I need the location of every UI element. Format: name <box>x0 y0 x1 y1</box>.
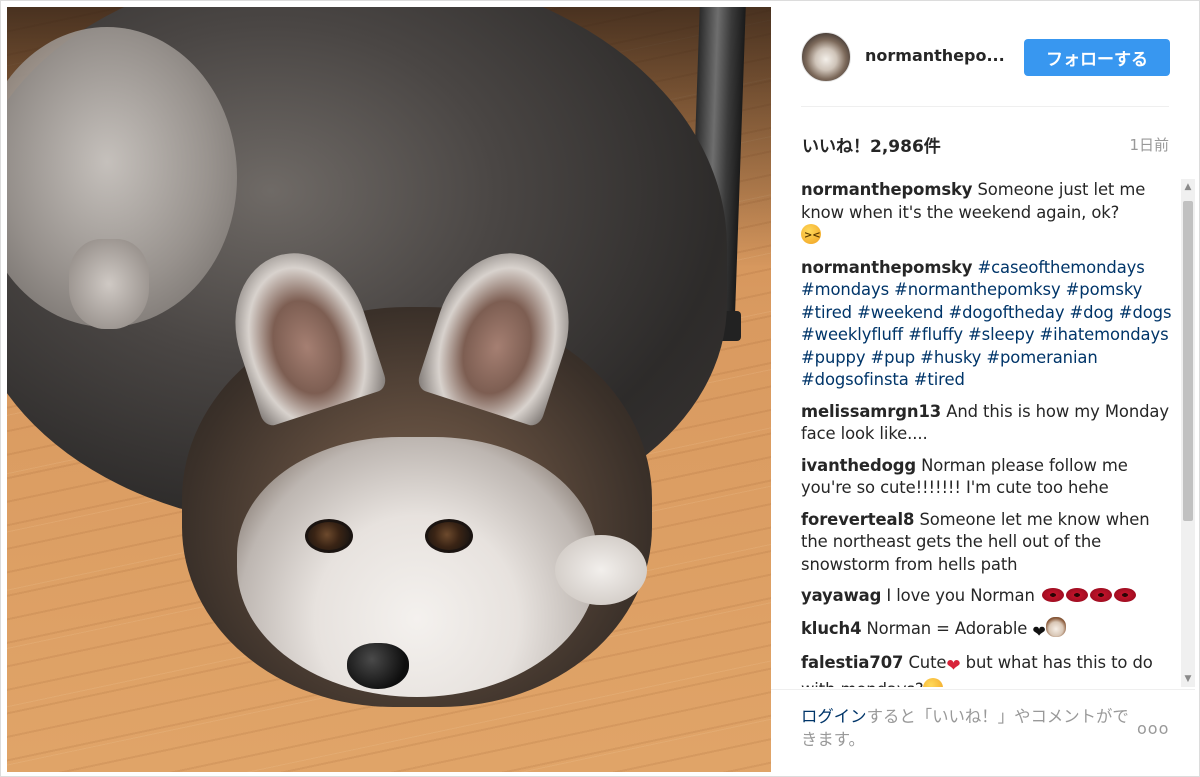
post-header: normanthepo... フォローする <box>771 7 1195 107</box>
comment-username[interactable]: normanthepomsky <box>801 180 972 199</box>
photo-dog-back-paw <box>69 239 149 329</box>
likes-count[interactable]: いいね！2,986件 <box>802 132 941 157</box>
scrollbar-thumb[interactable] <box>1183 201 1193 521</box>
comment-text: Norman = Adorable <box>866 618 1028 638</box>
comment-item: normanthepomsky Someone just let me know… <box>801 179 1177 248</box>
comment-username[interactable]: normanthepomsky <box>801 258 972 277</box>
comment-item: melissamrgn13 And this is how my Monday … <box>801 401 1177 446</box>
kiss-lips-icon <box>1113 588 1136 602</box>
comment-username[interactable]: melissamrgn13 <box>801 402 941 421</box>
photo-dog-left-eye <box>305 519 353 553</box>
comment-list: normanthepomsky Someone just let me know… <box>801 179 1177 687</box>
comment-scrollbar[interactable]: ▲ ▼ <box>1181 179 1195 687</box>
more-options-icon[interactable]: ooo <box>1137 719 1169 738</box>
header-divider <box>801 106 1169 107</box>
post-time[interactable]: 1日前 <box>1129 134 1169 155</box>
comment-text: Cute <box>908 653 947 672</box>
comment-text: I love you Norman <box>886 586 1035 605</box>
comment-item: kluch4 Norman = Adorable ❤ <box>801 616 1177 644</box>
comment-username[interactable]: falestia707 <box>801 653 903 672</box>
scroll-up-arrow-icon[interactable]: ▲ <box>1181 179 1195 195</box>
red-heart-icon: ❤ <box>946 656 961 676</box>
comment-item: normanthepomsky #caseofthemondays #monda… <box>801 257 1177 392</box>
comment-username[interactable]: kluch4 <box>801 619 861 638</box>
footer-divider <box>771 689 1195 690</box>
scroll-down-arrow-icon[interactable]: ▼ <box>1181 671 1195 687</box>
tired-face-icon <box>801 224 821 248</box>
comment-item: foreverteal8 Someone let me know when th… <box>801 509 1177 577</box>
kiss-lips-icon <box>1065 588 1088 602</box>
photo-dog-nose <box>347 643 409 689</box>
header-username[interactable]: normanthepo... <box>865 46 1005 65</box>
comment-item: ivanthedogg Norman please follow me you'… <box>801 455 1177 500</box>
black-heart-icon: ❤ <box>1032 621 1046 641</box>
photo-dog-front-paw <box>555 535 647 605</box>
kiss-lips-icon <box>1041 588 1064 602</box>
dog-face-icon <box>1045 616 1066 637</box>
comment-item: falestia707 Cute❤ but what has this to d… <box>801 652 1177 687</box>
post-photo[interactable] <box>7 7 771 772</box>
login-link[interactable]: ログイン <box>801 707 867 726</box>
photo-dog-right-eye <box>425 519 473 553</box>
post-window: normanthepo... フォローする いいね！2,986件 1日前 nor… <box>0 0 1200 777</box>
comment-username[interactable]: ivanthedogg <box>801 456 916 475</box>
tears-of-joy-icon <box>923 677 944 687</box>
photo-dog-face-mask <box>237 437 597 697</box>
comment-username[interactable]: yayawag <box>801 586 881 605</box>
avatar[interactable] <box>801 32 851 82</box>
follow-button[interactable]: フォローする <box>1024 39 1170 76</box>
kiss-lips-icon <box>1089 588 1112 602</box>
post-side-panel: normanthepo... フォローする いいね！2,986件 1日前 nor… <box>771 7 1195 772</box>
comment-username[interactable]: foreverteal8 <box>801 510 914 529</box>
comment-hashtags[interactable]: #caseofthemondays #mondays #normanthepom… <box>801 258 1172 390</box>
comment-item: yayawag I love you Norman <box>801 585 1177 608</box>
login-prompt: ログインすると「いいね！」やコメントができます。 <box>801 705 1141 751</box>
